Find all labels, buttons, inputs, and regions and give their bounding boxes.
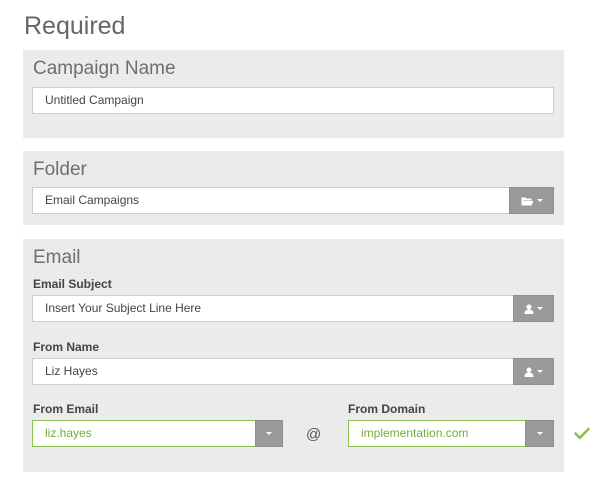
from-email-input[interactable]: liz.hayes [32,420,255,447]
folder-panel: Folder Email Campaigns [23,151,564,225]
user-icon [524,367,534,377]
user-icon [524,304,534,314]
chevron-down-icon [537,370,543,373]
chevron-down-icon [536,432,543,435]
email-title: Email [33,247,81,268]
email-subject-input[interactable]: Insert Your Subject Line Here [32,295,513,322]
from-domain-dropdown-button[interactable] [525,420,554,447]
chevron-down-icon [266,432,272,435]
folder-input[interactable]: Email Campaigns [32,187,509,214]
section-heading: Required [24,12,126,40]
from-name-personalize-button[interactable] [513,358,554,385]
checkmark-icon [574,427,590,440]
email-subject-personalize-button[interactable] [513,295,554,322]
chevron-down-icon [537,307,543,310]
campaign-name-title: Campaign Name [33,58,176,79]
email-panel: Email Email Subject Insert Your Subject … [23,239,564,472]
folder-open-icon [521,197,533,205]
folder-picker-button[interactable] [509,187,554,214]
chevron-down-icon [536,199,543,202]
from-email-label: From Email [33,402,99,416]
from-name-input[interactable]: Liz Hayes [32,358,513,385]
campaign-name-panel: Campaign Name Untitled Campaign [23,50,564,138]
folder-title: Folder [33,159,87,180]
from-domain-label: From Domain [348,402,426,416]
from-email-dropdown-button[interactable] [255,420,283,447]
from-domain-input[interactable]: implementation.com [348,420,525,447]
at-sign: @ [306,426,322,443]
from-name-label: From Name [33,340,100,354]
campaign-name-input[interactable]: Untitled Campaign [32,87,554,114]
email-subject-label: Email Subject [33,277,112,291]
